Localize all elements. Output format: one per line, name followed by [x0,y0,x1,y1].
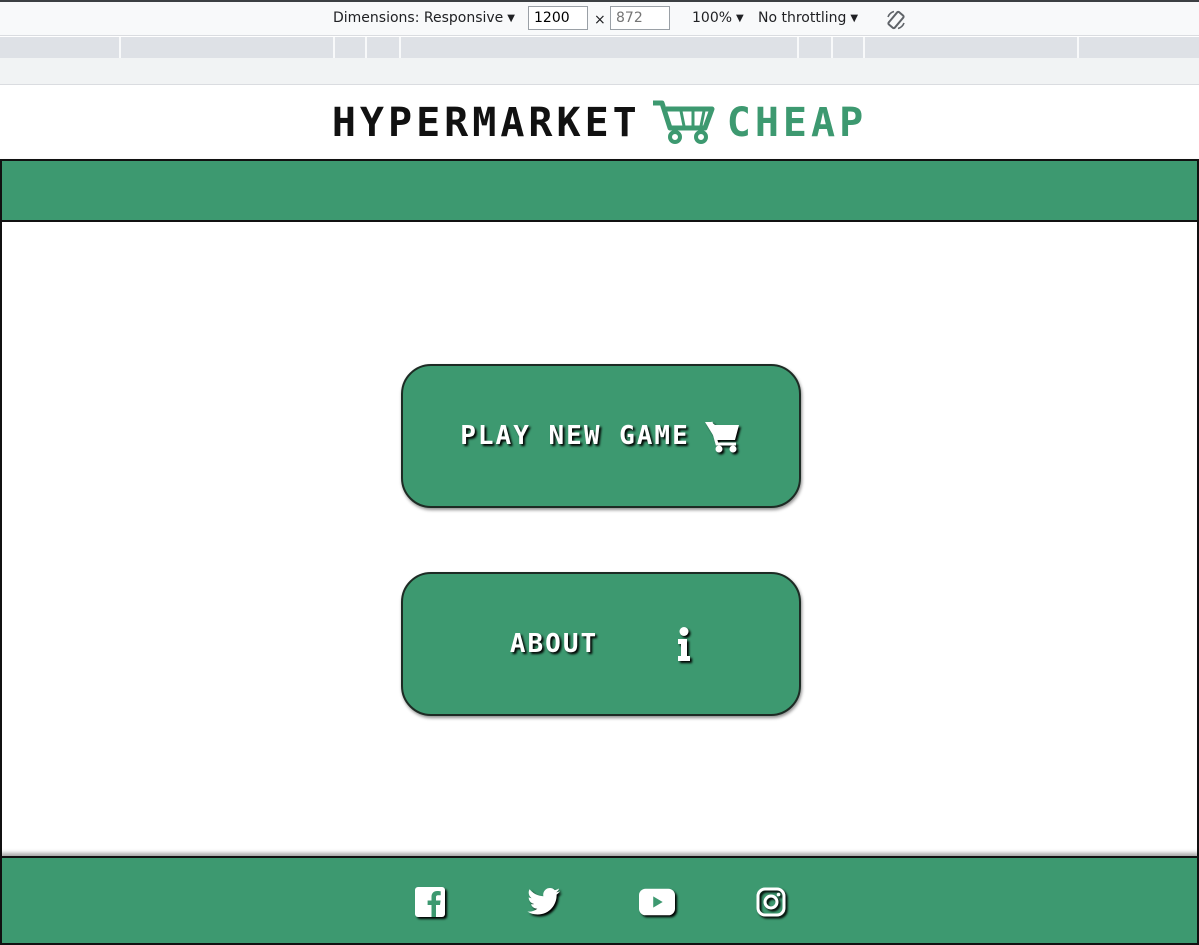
media-query-bar [0,37,1199,58]
media-query-marker [797,37,799,58]
width-input[interactable] [528,6,588,30]
media-query-marker [333,37,335,58]
height-input[interactable] [610,6,670,30]
chevron-down-icon: ▼ [507,12,515,24]
logo-text-dark: HYPERMARKET [331,99,641,146]
facebook-icon[interactable] [412,884,448,920]
media-query-marker [365,37,367,58]
about-button[interactable]: ABOUT [401,572,801,716]
cart-icon [651,98,717,148]
site-logo[interactable]: HYPERMARKET CHEAP [0,86,1199,159]
twitter-icon[interactable] [526,884,562,920]
logo-text-green: CHEAP [726,99,868,146]
device-toolbar: Dimensions: Responsive ▼ × 100% ▼ No thr… [0,0,1199,36]
rotate-icon[interactable] [884,8,908,36]
media-query-marker [863,37,865,58]
instagram-icon[interactable] [753,884,789,920]
about-button-label: ABOUT [509,629,599,659]
chevron-down-icon: ▼ [736,12,744,24]
media-query-marker [119,37,121,58]
media-query-marker [831,37,833,58]
footer [0,856,1199,945]
header-bar [0,159,1199,222]
chevron-down-icon: ▼ [850,12,859,24]
play-button-label: PLAY NEW GAME [460,421,690,451]
media-query-marker [399,37,401,58]
zoom-dropdown[interactable]: 100% ▼ [692,10,744,26]
info-icon [676,627,692,661]
dimensions-label: Dimensions: Responsive [333,10,504,26]
zoom-label: 100% [692,10,733,26]
main-content: PLAY NEW GAME ABOUT [0,222,1199,856]
throttling-dropdown[interactable]: No throttling ▼ [758,10,858,26]
cart-icon [704,419,742,453]
times-symbol: × [594,12,606,28]
dimensions-dropdown[interactable]: Dimensions: Responsive ▼ [333,10,515,26]
site-viewport: HYPERMARKET CHEAP PLAY NEW GAME ABOUT [0,86,1199,945]
throttling-label: No throttling [758,10,847,26]
play-new-game-button[interactable]: PLAY NEW GAME [401,364,801,508]
media-query-marker [1077,37,1079,58]
ruler-area [0,58,1199,85]
youtube-icon[interactable] [639,884,675,920]
